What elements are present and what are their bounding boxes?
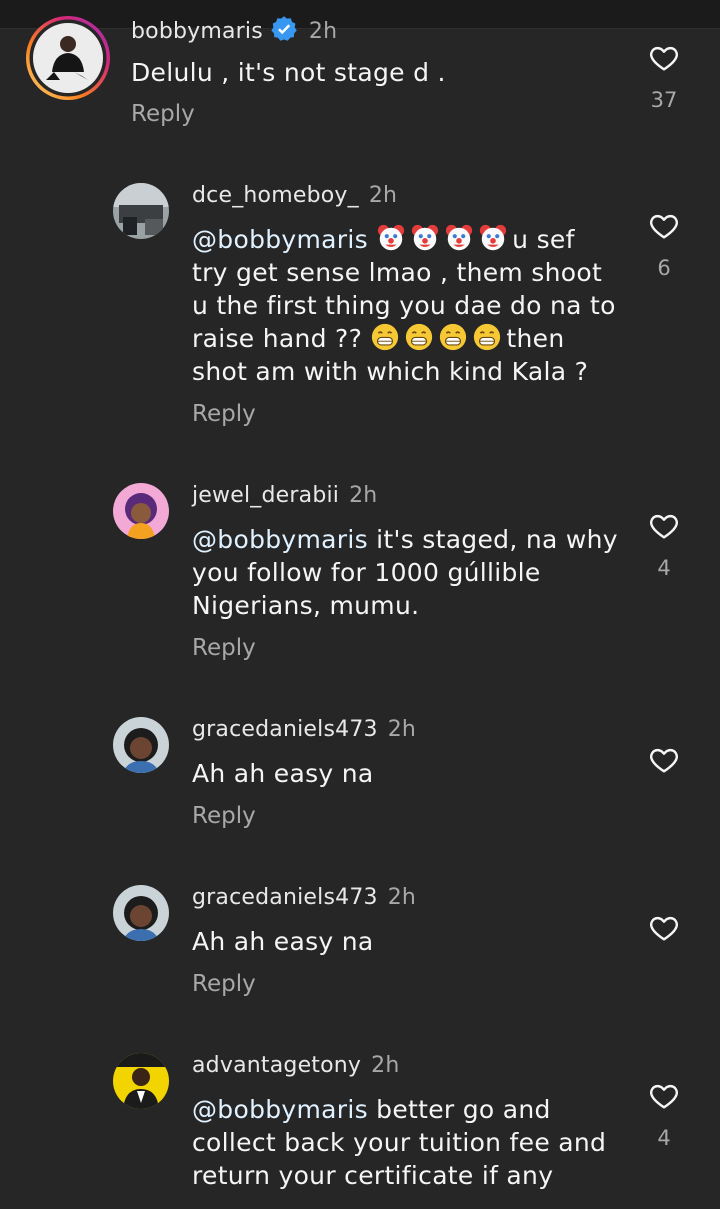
mention-link[interactable]: @bobbymaris bbox=[192, 225, 368, 254]
comment-time: 2h bbox=[371, 1053, 400, 1078]
avatar[interactable] bbox=[113, 1053, 169, 1109]
comment-username[interactable]: gracedaniels473 2h bbox=[192, 885, 416, 910]
reply-button[interactable]: Reply bbox=[192, 635, 256, 661]
comment-text: @bobbymaris better go and collect back y… bbox=[192, 1093, 606, 1192]
reply-button[interactable]: Reply bbox=[131, 101, 195, 127]
comment-time: 2h bbox=[349, 483, 378, 508]
avatar[interactable] bbox=[113, 717, 169, 773]
mention-link[interactable]: @bobbymaris bbox=[192, 1095, 368, 1124]
comment-username[interactable]: advantagetony 2h bbox=[192, 1053, 400, 1078]
username-text[interactable]: jewel_derabii bbox=[192, 483, 339, 508]
comment-line-text: it's staged, na why bbox=[376, 525, 618, 554]
comment-line: shot am with which kind Kala ? bbox=[192, 357, 589, 386]
avatar[interactable] bbox=[113, 183, 169, 239]
comment-time: 2h bbox=[308, 19, 338, 44]
avatar[interactable] bbox=[24, 14, 112, 102]
comment-line: @bobbymaris it's staged, na why bbox=[192, 523, 618, 556]
avatar[interactable] bbox=[113, 483, 169, 539]
like-count: 4 bbox=[657, 1126, 671, 1150]
comment-time: 2h bbox=[387, 885, 417, 910]
comment-time: 2h bbox=[368, 183, 398, 208]
grinning-face-emoji bbox=[404, 322, 434, 352]
like-count: 4 bbox=[657, 556, 671, 580]
comment-line-text: better go and bbox=[376, 1095, 551, 1124]
comment-line: try get sense lmao , them shoot bbox=[192, 258, 603, 287]
reply-button[interactable]: Reply bbox=[192, 971, 256, 997]
username-text[interactable]: advantagetony bbox=[192, 1053, 361, 1078]
comment-line-text: raise hand ?? bbox=[192, 324, 363, 353]
comment-text: @bobbymaris it's staged, na why you foll… bbox=[192, 523, 618, 622]
clown-face-emoji bbox=[444, 223, 474, 253]
comment-text: Ah ah easy na bbox=[192, 759, 374, 788]
comment-time: 2h bbox=[387, 717, 417, 742]
comment-line: u the first thing you dae do na to bbox=[192, 291, 616, 320]
username-text[interactable]: bobbymaris bbox=[131, 19, 263, 44]
reply-button[interactable]: Reply bbox=[192, 803, 256, 829]
top-bar bbox=[0, 0, 720, 29]
verified-badge-icon bbox=[269, 14, 299, 50]
comment-text: Ah ah easy na bbox=[192, 927, 374, 956]
heart-outline-icon[interactable] bbox=[646, 42, 682, 74]
comment-line: collect back your tuition fee and bbox=[192, 1128, 607, 1157]
comment-line: return your certificate if any bbox=[192, 1161, 554, 1190]
comment-text: Delulu , it's not stage d . bbox=[131, 58, 446, 87]
comment-username[interactable]: dce_homeboy_ 2h bbox=[192, 183, 397, 208]
comment-text: @bobbymaris u sef try get sense lmao , t… bbox=[192, 223, 616, 388]
heart-outline-icon[interactable] bbox=[646, 1080, 682, 1112]
comment-username[interactable]: gracedaniels473 2h bbox=[192, 717, 416, 742]
comment-line-text: u sef bbox=[512, 225, 575, 254]
comment-line: @bobbymaris better go and bbox=[192, 1093, 606, 1126]
heart-outline-icon[interactable] bbox=[646, 510, 682, 542]
like-count: 6 bbox=[657, 256, 671, 280]
grinning-face-emoji bbox=[370, 322, 400, 352]
username-text[interactable]: dce_homeboy_ bbox=[192, 183, 359, 208]
clown-face-emoji bbox=[410, 223, 440, 253]
grinning-face-emoji bbox=[472, 322, 502, 352]
grinning-face-emoji bbox=[438, 322, 468, 352]
like-count: 37 bbox=[650, 88, 678, 112]
heart-outline-icon[interactable] bbox=[646, 210, 682, 242]
comment-line: raise hand ?? then bbox=[192, 322, 616, 355]
username-text[interactable]: gracedaniels473 bbox=[192, 885, 378, 910]
reply-button[interactable]: Reply bbox=[192, 401, 256, 427]
comment-username[interactable]: bobbymaris 2h bbox=[131, 14, 337, 50]
clown-face-emoji bbox=[478, 223, 508, 253]
comment-line: you follow for 1000 gúllible bbox=[192, 558, 541, 587]
username-text[interactable]: gracedaniels473 bbox=[192, 717, 378, 742]
avatar[interactable] bbox=[113, 885, 169, 941]
comment-line: @bobbymaris u sef bbox=[192, 223, 616, 256]
comment-line: Nigerians, mumu. bbox=[192, 591, 420, 620]
mention-link[interactable]: @bobbymaris bbox=[192, 525, 368, 554]
clown-face-emoji bbox=[376, 223, 406, 253]
comment-username[interactable]: jewel_derabii 2h bbox=[192, 483, 377, 508]
comment-line-text: then bbox=[506, 324, 565, 353]
heart-outline-icon[interactable] bbox=[646, 912, 682, 944]
heart-outline-icon[interactable] bbox=[646, 744, 682, 776]
